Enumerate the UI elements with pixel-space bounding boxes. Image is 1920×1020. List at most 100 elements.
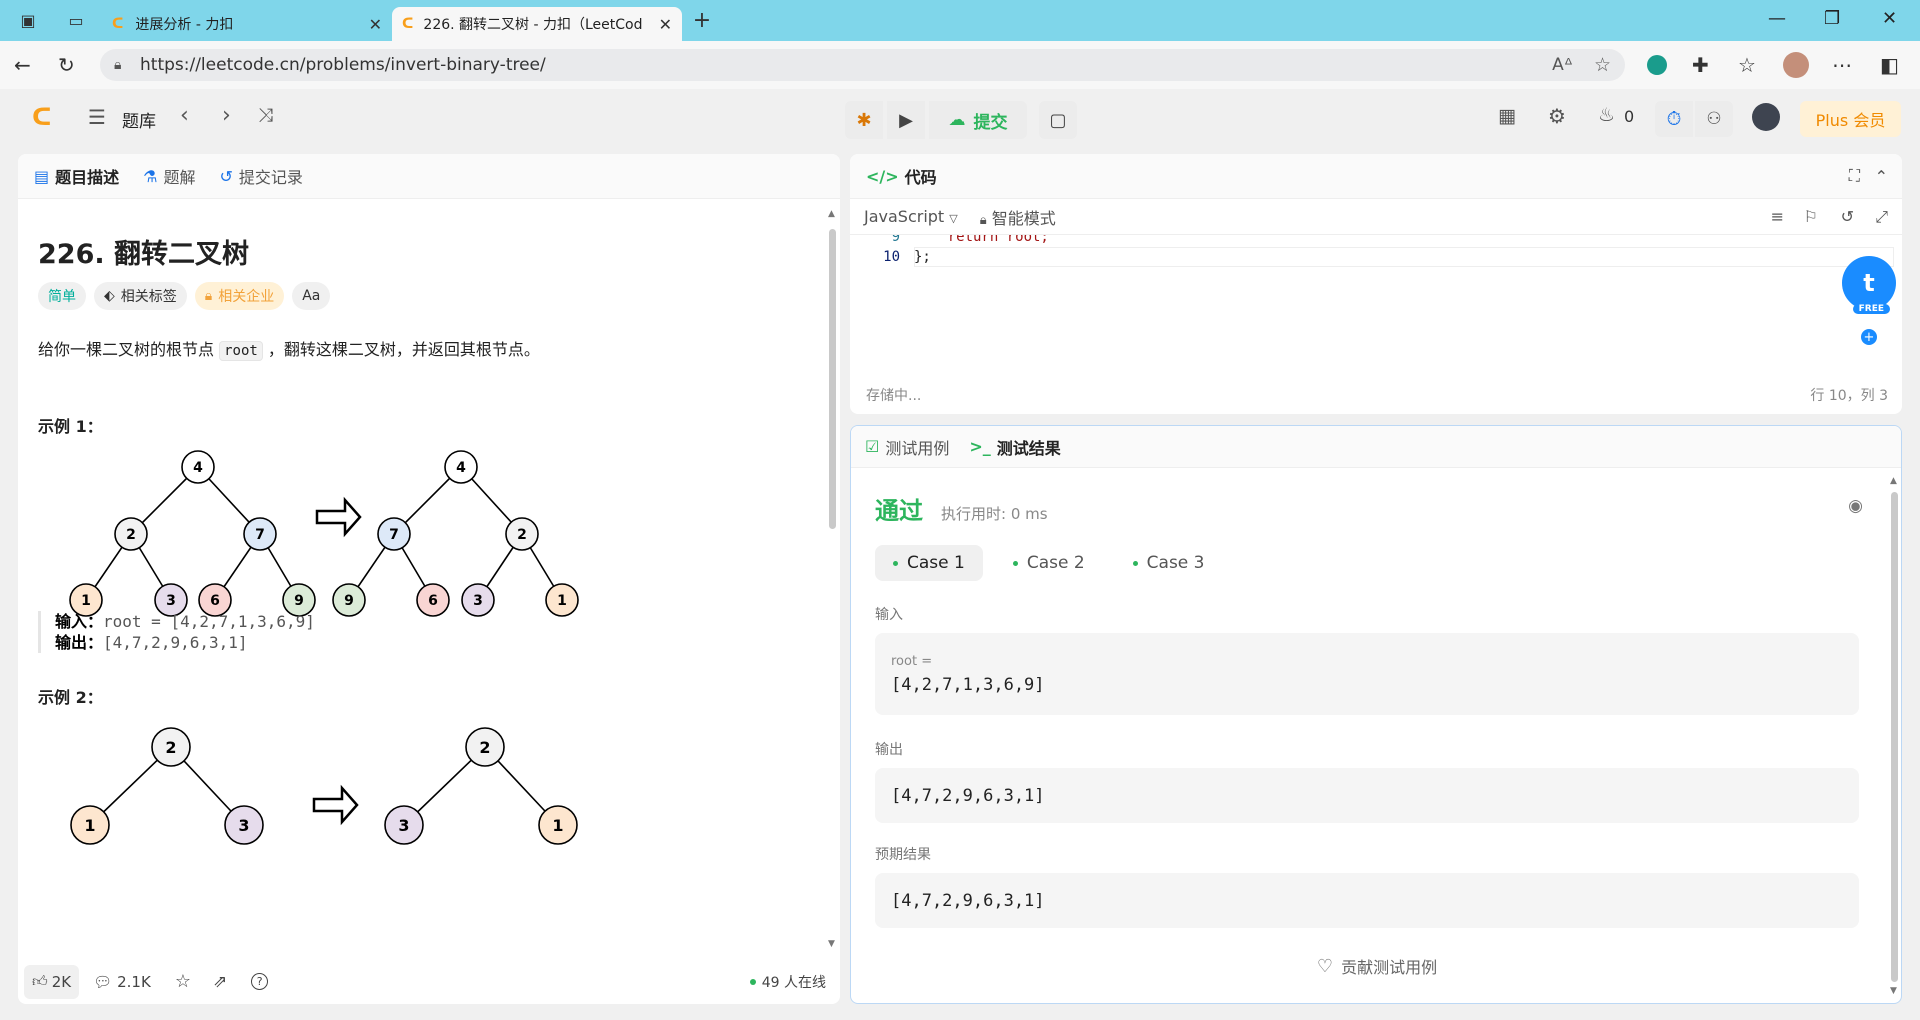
tab-description[interactable]: ▤ 题目描述 — [34, 164, 119, 188]
scroll-up-icon[interactable]: ▲ — [828, 209, 837, 219]
tab-actions-icon[interactable]: ▭ — [62, 6, 90, 34]
workspaces-icon[interactable]: ▣ — [14, 6, 42, 34]
profile-avatar[interactable] — [1783, 52, 1809, 78]
share-icon[interactable]: ⇗ — [213, 972, 227, 992]
tree-node-label: 3 — [398, 816, 409, 835]
tree-node-label: 1 — [81, 593, 91, 609]
browser-tab-progress[interactable]: ᑕ 进展分析 - 力扣 ✕ — [102, 7, 392, 41]
tab-label: 题目描述 — [55, 168, 120, 187]
input-box: root = [4,2,7,1,3,6,9] — [875, 633, 1859, 715]
case-tab-3[interactable]: Case 3 — [1115, 545, 1223, 581]
tree-node: 2 — [505, 517, 539, 551]
inline-code: root — [219, 341, 263, 361]
favorite-star-icon[interactable]: ☆ — [1594, 54, 1611, 76]
list-icon[interactable]: ☰ — [88, 105, 106, 129]
browser-tab-invert-tree[interactable]: ᑕ 226. 翻转二叉树 - 力扣（LeetCod ✕ — [392, 7, 682, 41]
more-icon[interactable]: ⋯ — [1832, 53, 1852, 77]
refresh-icon[interactable]: ↻ — [58, 53, 75, 77]
related-tags-button[interactable]: ⬖ 相关标签 — [94, 282, 187, 310]
tree-node: 3 — [384, 805, 424, 845]
ext-plus-icon[interactable]: + — [1861, 329, 1877, 345]
result-panel: ☑ 测试用例 >_ 测试结果 通过 执行用时: 0 ms ◉ Case 1 Ca… — [850, 425, 1902, 1004]
companies-button[interactable]: 🔒︎ 相关企业 — [194, 282, 285, 310]
debug-button[interactable]: ✱ — [845, 101, 883, 139]
extension-translate-icon[interactable] — [1647, 55, 1667, 75]
play-icon: ▶ — [899, 109, 913, 131]
online-indicator: 49 人在线 — [749, 972, 826, 992]
submit-button[interactable]: ☁ 提交 — [929, 101, 1027, 139]
flask-icon: ⚗ — [143, 166, 158, 186]
translate-button[interactable]: Aa — [292, 282, 331, 310]
timer-button[interactable]: ⏱ — [1655, 101, 1693, 137]
close-tab-icon[interactable]: ✕ — [369, 15, 382, 34]
note-icon: ▢ — [1049, 109, 1067, 131]
language-select[interactable]: JavaScript ▽ — [864, 207, 958, 226]
window-close-icon[interactable]: ✕ — [1882, 8, 1897, 29]
tree-node-label: 9 — [294, 593, 304, 609]
scroll-thumb[interactable] — [1891, 492, 1898, 982]
bookmark-icon[interactable]: ⚐ — [1804, 207, 1818, 226]
fullscreen-icon[interactable]: ⛶ — [1849, 166, 1860, 186]
add-user-icon: ⚇ — [1706, 109, 1722, 129]
expected-label: 预期结果 — [875, 847, 931, 863]
result-scrollbar[interactable]: ▲ ▼ — [1890, 476, 1899, 996]
like-count: 2K — [51, 972, 72, 991]
sidebar-icon[interactable]: ◧ — [1880, 53, 1899, 77]
scroll-thumb[interactable] — [829, 229, 836, 529]
favorites-icon[interactable]: ☆ — [1738, 53, 1756, 77]
shuffle-icon[interactable]: ⤨ — [258, 104, 273, 126]
tab-test-result[interactable]: >_ 测试结果 — [969, 435, 1060, 459]
format-icon[interactable]: ≡ — [1771, 207, 1784, 226]
chevron-down-icon: ▽ — [949, 212, 958, 225]
next-problem-icon[interactable]: › — [222, 103, 231, 128]
close-tab-icon[interactable]: ✕ — [659, 15, 672, 34]
tab-testcases[interactable]: ☑ 测试用例 — [865, 435, 949, 459]
user-avatar[interactable] — [1752, 103, 1780, 131]
minimize-icon[interactable]: — — [1768, 8, 1786, 29]
scroll-down-icon[interactable]: ▼ — [828, 939, 835, 949]
url-field[interactable]: 🔒︎ https://leetcode.cn/problems/invert-b… — [100, 49, 1625, 81]
case-tab-2[interactable]: Case 2 — [995, 545, 1103, 581]
invite-button[interactable]: ⚇ — [1695, 101, 1733, 137]
run-button[interactable]: ▶ — [887, 101, 925, 139]
star-icon[interactable]: ☆ — [175, 971, 191, 992]
streak-flame-icon[interactable]: ♨ — [1598, 104, 1615, 126]
code-editor[interactable]: 9 return root; 10 }; — [850, 235, 1902, 375]
contribute-testcase-button[interactable]: ♡ 贡献测试用例 — [851, 954, 1901, 978]
collapse-icon[interactable]: ⌃ — [1875, 167, 1888, 186]
problem-scrollbar[interactable]: ▲ ▼ — [828, 209, 837, 949]
tag-icon: ⬖ — [104, 288, 115, 304]
smart-mode-toggle[interactable]: 🔒︎ 智能模式 — [980, 205, 1056, 229]
leetcode-logo[interactable]: ᑕ — [32, 103, 52, 131]
thumbs-up-icon: 👍︎ — [32, 972, 48, 990]
eye-icon[interactable]: ◉ — [1848, 496, 1863, 516]
ext-floating-button[interactable]: t — [1842, 256, 1896, 310]
back-icon[interactable]: ← — [14, 53, 31, 77]
comments-button[interactable]: 💬︎ 2.1K — [93, 973, 151, 991]
tab-submissions[interactable]: ↺ 提交记录 — [220, 164, 303, 188]
example-1-title: 示例 1： — [38, 417, 103, 436]
notes-button[interactable]: ▢ — [1039, 101, 1077, 139]
checkbox-icon: ☑ — [865, 437, 880, 456]
bug-icon: ✱ — [856, 109, 872, 131]
like-button[interactable]: 👍︎ 2K — [24, 964, 80, 999]
example-2-diagram: 2 1 3 2 3 1 — [70, 727, 578, 845]
layout-icon[interactable]: ▦ — [1498, 105, 1516, 127]
lock-icon: 🔒︎ — [114, 57, 122, 73]
scroll-down-icon[interactable]: ▼ — [1890, 986, 1897, 996]
new-tab-icon[interactable]: + — [688, 6, 716, 34]
expand-icon[interactable]: ⤢ — [1875, 207, 1888, 227]
restore-icon[interactable]: ❐ — [1824, 8, 1840, 29]
case-tab-1[interactable]: Case 1 — [875, 545, 983, 581]
prev-problem-icon[interactable]: ‹ — [180, 103, 189, 128]
library-link[interactable]: 题库 — [122, 107, 156, 132]
extensions-icon[interactable]: ✚ — [1692, 53, 1709, 77]
tab-solutions[interactable]: ⚗ 题解 — [143, 164, 195, 188]
tab-title: 进展分析 - 力扣 — [135, 17, 234, 33]
reset-icon[interactable]: ↺ — [1841, 207, 1854, 226]
settings-gear-icon[interactable]: ⚙ — [1548, 104, 1566, 128]
read-aloud-icon[interactable]: Aᐞ — [1552, 55, 1573, 75]
help-icon[interactable]: ? — [251, 973, 269, 990]
scroll-up-icon[interactable]: ▲ — [1890, 476, 1899, 486]
plus-membership-button[interactable]: Plus 会员 — [1800, 101, 1901, 137]
